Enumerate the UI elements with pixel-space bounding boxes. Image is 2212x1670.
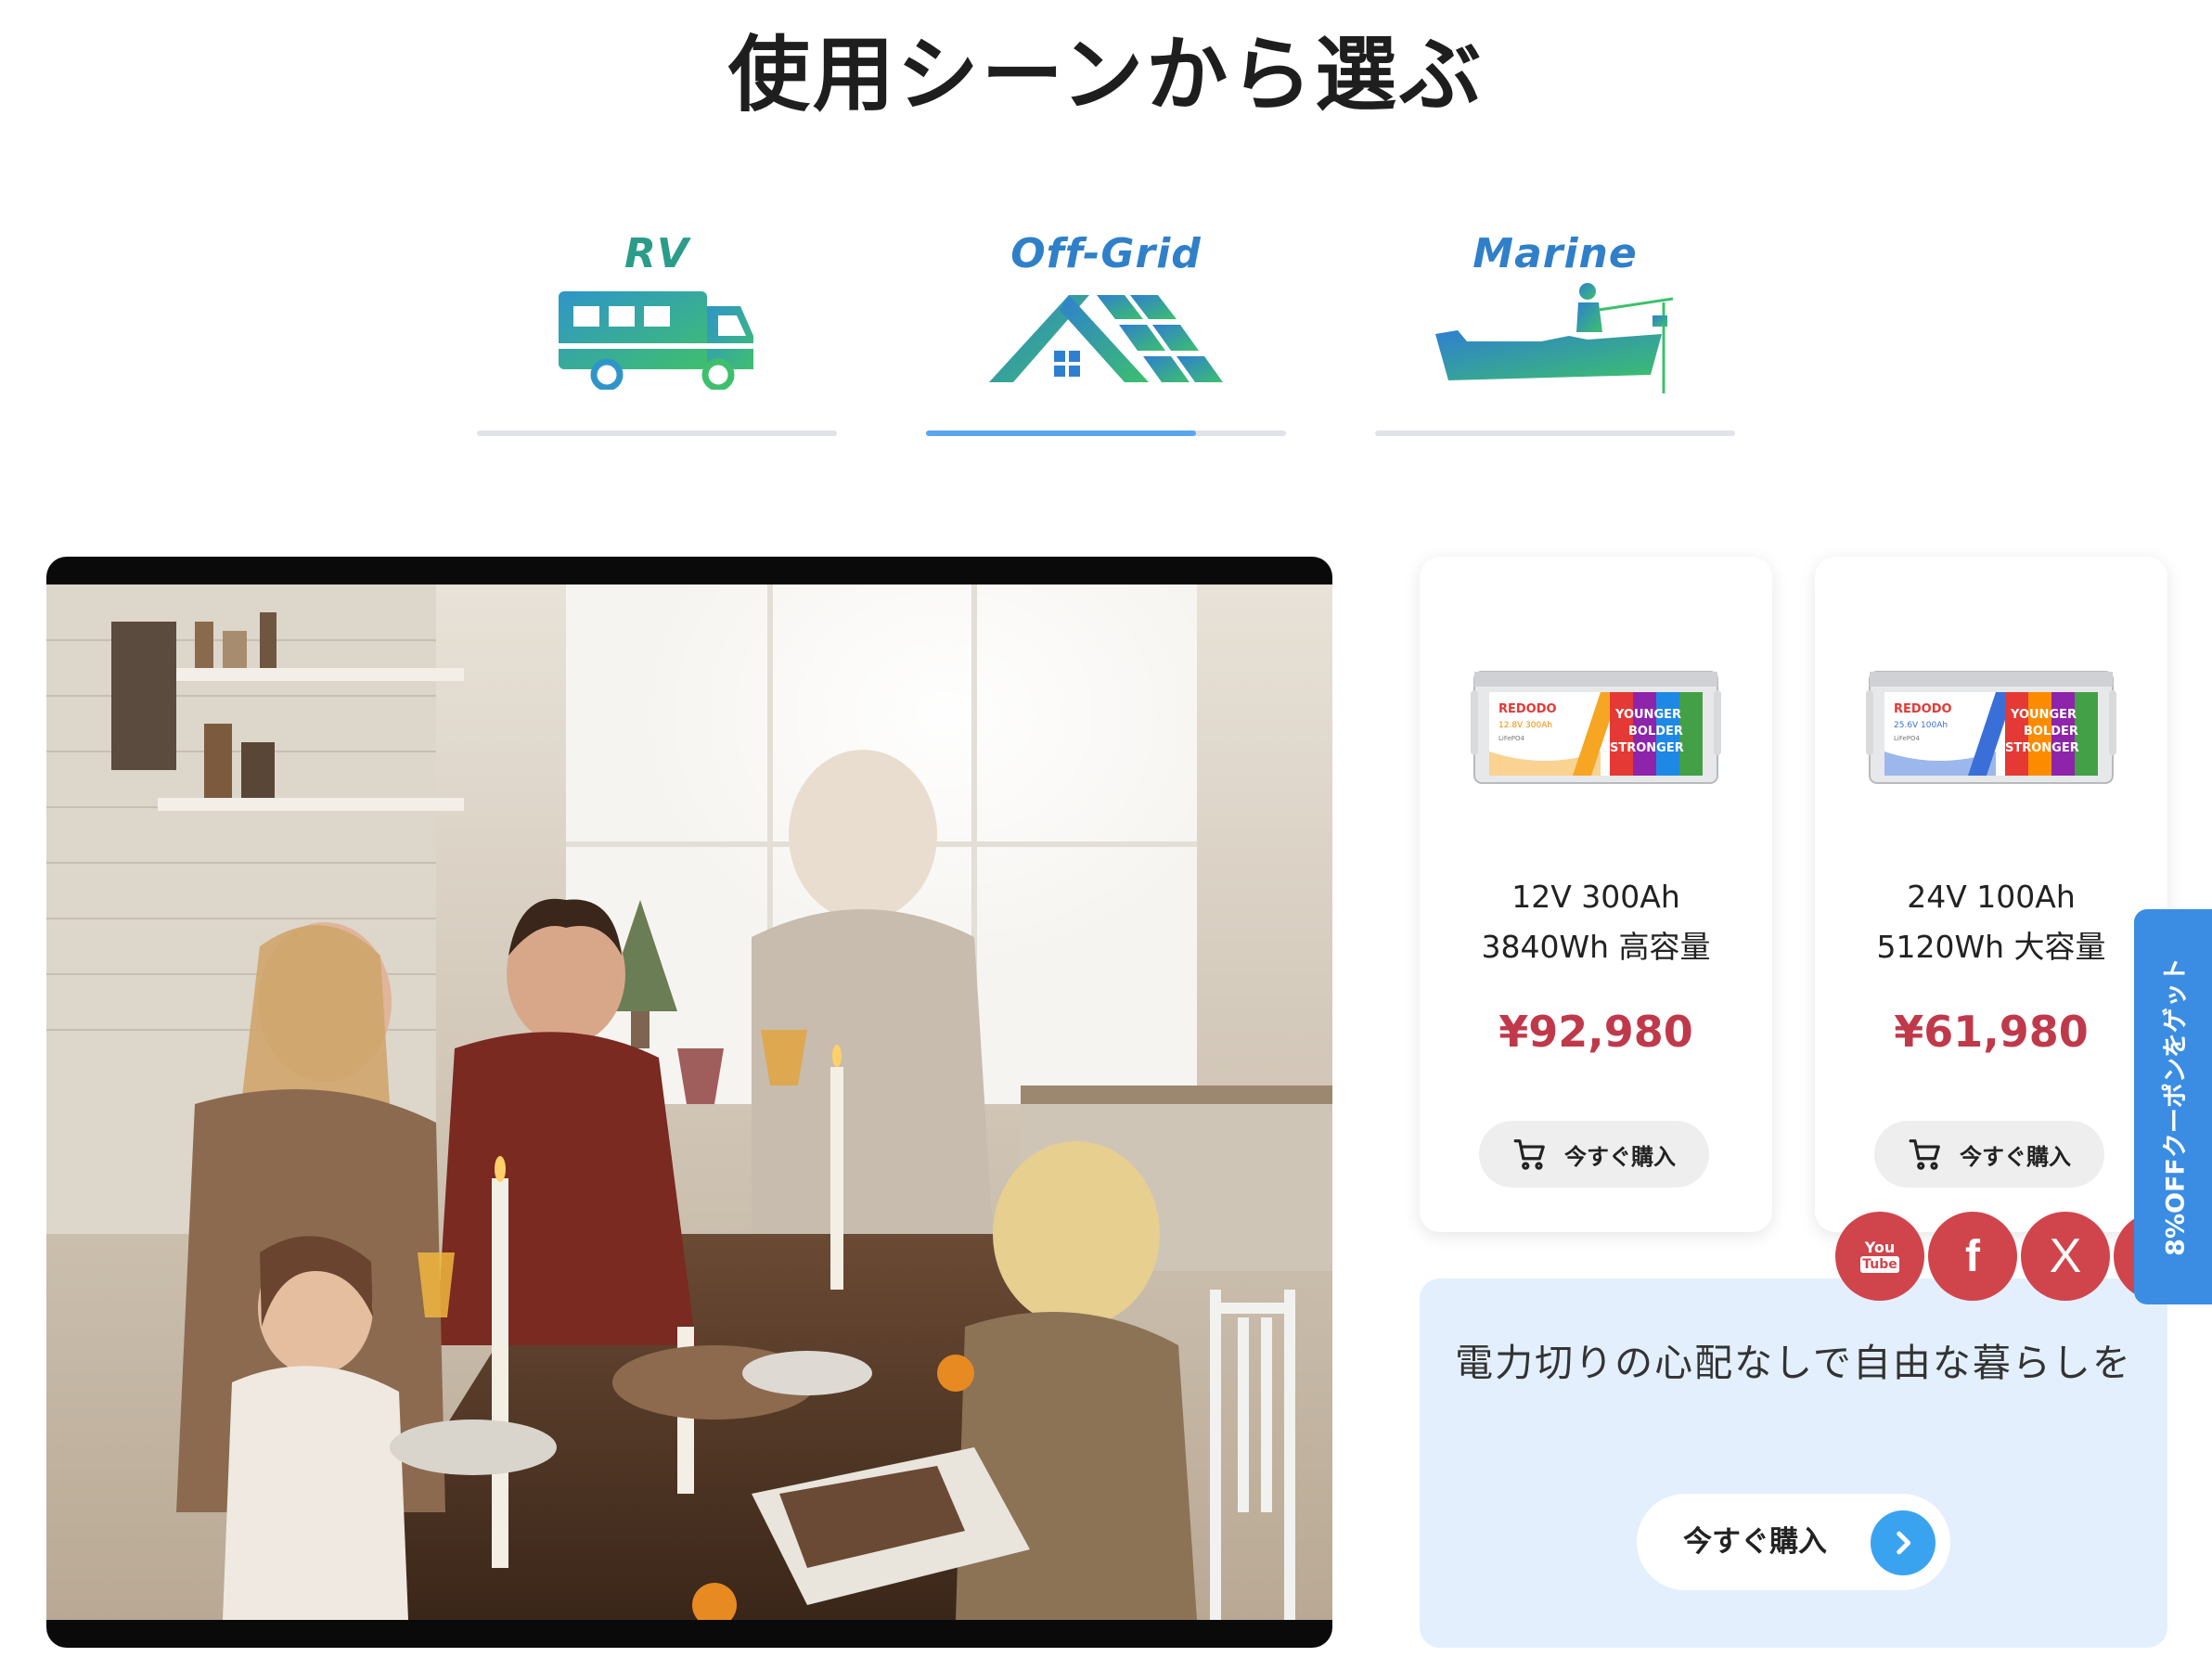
coupon-side-tab[interactable]: 8%OFFクーポンをゲット [2134, 909, 2212, 1304]
fishing-boat-icon [1435, 283, 1674, 393]
youtube-icon: You Tube [1860, 1239, 1899, 1273]
battery-slogan: STRONGER [2005, 741, 2079, 755]
battery-slogan: STRONGER [1610, 741, 1684, 755]
x-button[interactable]: X [2021, 1212, 2110, 1301]
promo-panel: 電力切りの心配なしで自由な暮らしを 今すぐ購入 [1420, 1278, 2167, 1648]
tab-rv[interactable]: RV [477, 213, 837, 436]
buy-now-label: 今すぐ購入 [1960, 1143, 2071, 1170]
product-card[interactable]: REDODO 12.8V 300Ah LiFePO4 YOUNGER BOLDE… [1420, 557, 1772, 1232]
facebook-icon: f [1965, 1231, 1980, 1281]
tab-off-grid-progress [926, 430, 1196, 436]
tab-marine[interactable]: Marine [1375, 213, 1735, 436]
battery-product-image: REDODO 25.6V 100Ah LiFePO4 YOUNGER BOLDE… [1866, 671, 2116, 784]
buy-now-label: 今すぐ購入 [1564, 1143, 1676, 1170]
solar-house-icon [989, 295, 1223, 382]
product-price: ¥61,980 [1894, 1007, 2089, 1057]
battery-slogan: BOLDER [1628, 725, 1683, 739]
promo-buy-label: 今すぐ購入 [1683, 1525, 1827, 1559]
page-title: 使用シーンから選ぶ [727, 27, 1485, 122]
battery-slogan: BOLDER [2024, 725, 2078, 739]
battery-brand: REDODO [1498, 702, 1557, 716]
video-player[interactable] [46, 557, 1332, 1648]
product-name-line2: 3840Wh 高容量 [1481, 929, 1711, 965]
product-name[interactable]: 24V 100Ah 5120Wh 大容量 [1815, 872, 2167, 972]
product-name-line1: 24V 100Ah [1907, 879, 2076, 915]
tab-rv-label: RV [624, 230, 689, 277]
battery-chem: LiFePO4 [1894, 735, 1921, 742]
battery-product-image: REDODO 12.8V 300Ah LiFePO4 YOUNGER BOLDE… [1471, 671, 1721, 784]
product-name-line2: 5120Wh 大容量 [1876, 929, 2106, 965]
product-card[interactable]: REDODO 25.6V 100Ah LiFePO4 YOUNGER BOLDE… [1815, 557, 2167, 1232]
family-dinner-video [46, 584, 1332, 1620]
battery-brand: REDODO [1894, 702, 1952, 716]
coupon-label: 8%OFFクーポンをゲット [2161, 957, 2191, 1256]
promo-text: 電力切りの心配なしで自由な暮らしを [1455, 1341, 2132, 1385]
youtube-button[interactable]: You Tube [1835, 1212, 1924, 1301]
tab-rv-underline [477, 430, 837, 436]
battery-badge: 12.8V 300Ah [1498, 721, 1552, 730]
rv-camper-icon [559, 291, 753, 390]
cart-icon [1513, 1139, 1545, 1170]
chevron-right-icon [1871, 1510, 1936, 1575]
product-name[interactable]: 12V 300Ah 3840Wh 高容量 [1420, 872, 1772, 972]
tab-marine-underline [1375, 430, 1735, 436]
battery-chem: LiFePO4 [1498, 735, 1525, 742]
battery-badge: 25.6V 100Ah [1894, 721, 1948, 730]
facebook-button[interactable]: f [1928, 1212, 2017, 1301]
tab-off-grid-label: Off-Grid [1010, 230, 1202, 277]
battery-slogan: YOUNGER [1614, 708, 1681, 722]
tab-marine-label: Marine [1473, 230, 1638, 277]
promo-buy-button[interactable]: 今すぐ購入 [1637, 1494, 1950, 1590]
battery-slogan: YOUNGER [2010, 708, 2077, 722]
product-name-line1: 12V 300Ah [1511, 879, 1680, 915]
tab-off-grid[interactable]: Off-Grid [926, 213, 1286, 436]
buy-now-button[interactable]: 今すぐ購入 [1479, 1121, 1709, 1188]
buy-now-button[interactable]: 今すぐ購入 [1874, 1121, 2104, 1188]
x-icon: X [2049, 1229, 2082, 1283]
product-price: ¥92,980 [1498, 1007, 1693, 1057]
cart-icon [1909, 1139, 1940, 1170]
